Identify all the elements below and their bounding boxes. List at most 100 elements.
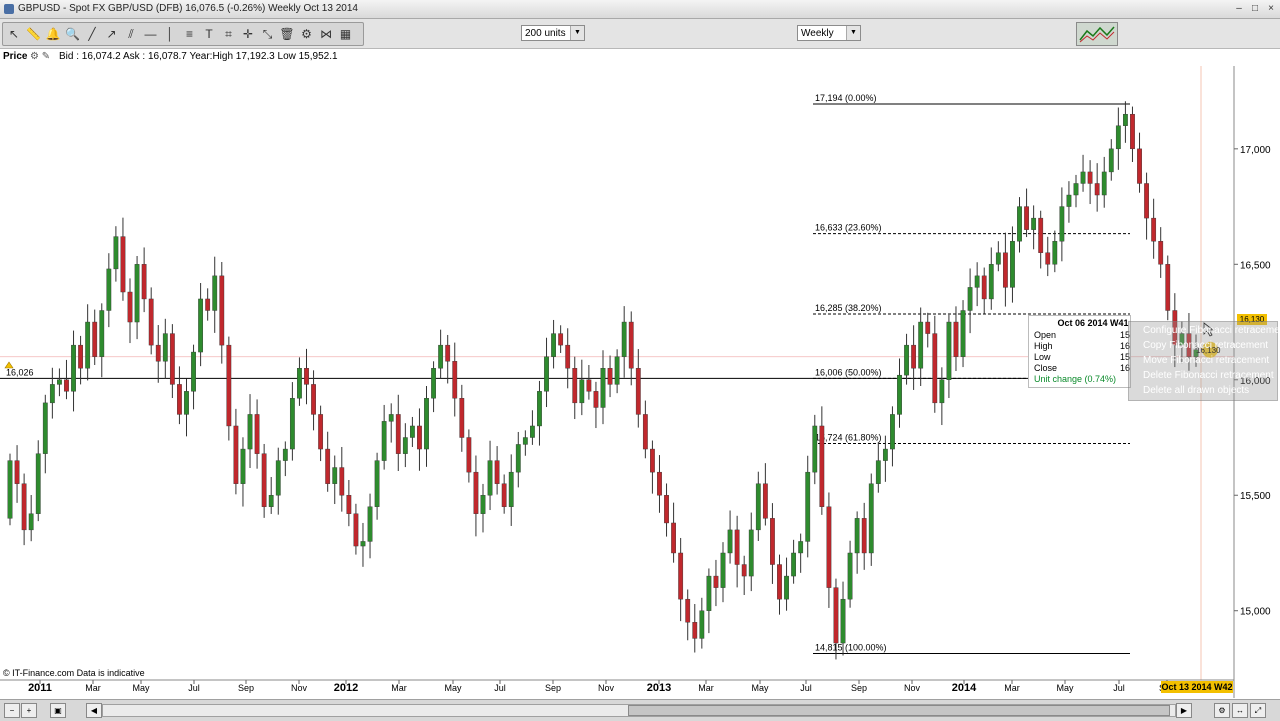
candle: [953, 306, 959, 371]
candle-body: [932, 333, 938, 404]
candle-body: [438, 344, 444, 369]
candle-body: [64, 379, 69, 392]
candle: [572, 356, 578, 420]
candle-body: [339, 467, 345, 496]
candle: [1144, 172, 1149, 240]
candle: [466, 429, 472, 483]
candle: [1045, 236, 1051, 277]
timeline-scrollbar[interactable]: − + ▣ ◀ ▶ ⚙ ↔ ⤢: [0, 699, 1280, 721]
candle-body: [911, 344, 917, 369]
candle: [1002, 232, 1008, 307]
candle-body: [1158, 241, 1164, 265]
candle-body: [685, 598, 691, 623]
tooltip-low-label: Low: [1034, 352, 1051, 362]
candle-body: [85, 321, 91, 369]
candle: [275, 447, 281, 515]
scroll-left-icon[interactable]: ◀: [86, 703, 102, 718]
candle: [1052, 230, 1058, 273]
x-tick-label: Jul: [800, 683, 812, 693]
menu-item-copy-fibonacci[interactable]: Copy Fibonacci retracement: [1143, 340, 1268, 351]
y-tick-label: 15,000: [1240, 607, 1271, 618]
candle-body: [1115, 125, 1121, 150]
candle-body: [332, 467, 338, 484]
menu-item-configure-fibonacci[interactable]: Configure Fibonacci retracement: [1143, 325, 1280, 336]
candle: [106, 253, 112, 328]
zoom-out-icon[interactable]: −: [4, 703, 20, 718]
candle: [28, 495, 34, 542]
x-tick-label: Sep: [851, 683, 867, 693]
fib-level-label: 16,633 (23.60%): [815, 223, 882, 233]
settings-icon[interactable]: ⚙: [1214, 703, 1230, 718]
candle-body: [184, 391, 189, 415]
candle-body: [7, 460, 13, 519]
candle: [184, 378, 189, 437]
candle-body: [431, 368, 436, 399]
x-tick-label: Sep: [545, 683, 561, 693]
candle-body: [297, 368, 302, 399]
x-tick-label: Mar: [391, 683, 407, 693]
candle: [868, 473, 874, 566]
data-source-note: © IT-Finance.com Data is indicative: [3, 668, 145, 678]
tooltip-high-label: High: [1034, 341, 1053, 351]
candle: [854, 511, 860, 574]
candle: [692, 604, 698, 653]
scroll-right-icon[interactable]: ▶: [1176, 703, 1192, 718]
candle: [14, 445, 20, 503]
y-tick-label: 15,500: [1240, 491, 1271, 502]
candle-body: [657, 471, 662, 496]
candle: [904, 333, 909, 385]
candle-body: [981, 275, 987, 300]
candle: [494, 446, 500, 495]
candle: [85, 304, 91, 381]
candle: [395, 394, 401, 471]
fullscreen-icon[interactable]: ⤢: [1250, 703, 1266, 718]
candle: [1024, 188, 1029, 238]
menu-item-delete-fibonacci[interactable]: Delete Fibonacci retracement: [1143, 370, 1274, 381]
candle: [974, 262, 980, 307]
candle: [720, 542, 726, 603]
candle: [92, 309, 98, 365]
candle-body: [593, 391, 599, 408]
candle: [671, 502, 676, 563]
candle: [480, 483, 486, 533]
candle: [932, 315, 938, 413]
candle-body: [191, 351, 196, 392]
fit-icon[interactable]: ↔: [1232, 703, 1248, 718]
candle: [530, 410, 535, 445]
candle-body: [92, 321, 98, 357]
candle: [551, 319, 556, 369]
candle: [141, 247, 147, 313]
candle: [191, 344, 196, 410]
candle-body: [134, 264, 140, 323]
expand-icon[interactable]: ▣: [50, 703, 66, 718]
menu-item-move-fibonacci[interactable]: Move Fibonacci retracement: [1143, 355, 1269, 366]
candle: [402, 423, 408, 468]
candle: [339, 446, 345, 512]
candle: [657, 455, 662, 513]
scroll-thumb[interactable]: [628, 705, 1170, 716]
candle: [332, 455, 338, 505]
candle: [261, 443, 267, 518]
candle: [21, 473, 27, 546]
candle: [600, 350, 606, 425]
candle-body: [890, 414, 895, 450]
candle: [1038, 210, 1044, 269]
candle-body: [148, 298, 154, 346]
menu-item-delete-all[interactable]: Delete all drawn objects: [1143, 385, 1249, 396]
candle: [1073, 174, 1079, 208]
candle-body: [57, 379, 62, 385]
candle: [148, 287, 154, 355]
candle-body: [544, 356, 549, 392]
candle-body: [318, 414, 324, 450]
current-date-box: Oct 13 2014 W42: [1161, 681, 1233, 693]
candle-body: [113, 236, 119, 270]
candle-body: [254, 414, 260, 454]
candle: [325, 431, 331, 492]
zoom-in-icon[interactable]: +: [21, 703, 37, 718]
candle: [240, 437, 246, 507]
candle: [1158, 227, 1164, 278]
candle: [664, 483, 669, 537]
candle-body: [1045, 252, 1051, 265]
candle: [78, 335, 83, 385]
candle: [49, 367, 55, 419]
